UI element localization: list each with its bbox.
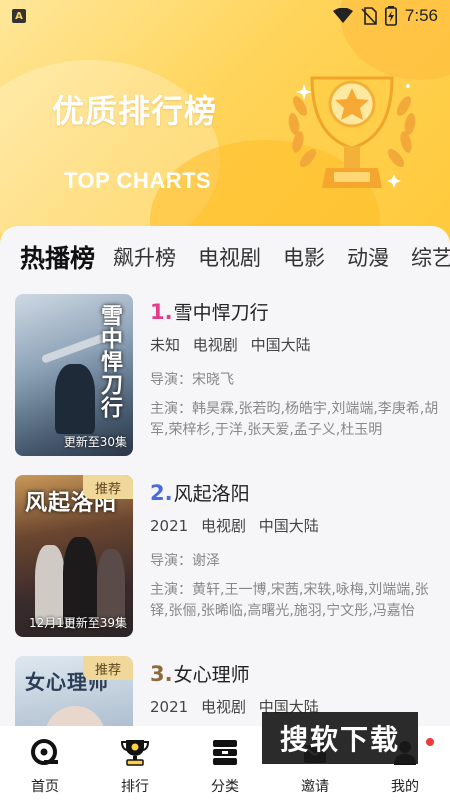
nav-label: 首页 — [31, 779, 59, 795]
item-year: 2021 — [150, 517, 189, 535]
ranking-list: 雪中悍刀行 更新至30集 1. 雪中悍刀行 未知 电视剧 中国大陆 导演：宋晓飞… — [0, 294, 450, 726]
trophy-illustration-icon — [288, 76, 416, 188]
item-region: 中国大陆 — [250, 336, 311, 354]
status-time: 7:56 — [404, 6, 438, 25]
poster-image[interactable]: 风起洛阳 推荐 12月1日 更新至39集 — [15, 475, 133, 637]
nav-label: 邀请 — [301, 779, 329, 795]
banner-title: 优质排行榜 — [52, 92, 218, 130]
watermark-overlay: 搜软下载 — [262, 712, 418, 764]
tab-variety[interactable]: 综艺 — [411, 242, 450, 272]
rank-number: 3. — [150, 662, 173, 686]
item-cast: 主演：韩昊霖,张若昀,杨皓宇,刘端端,李庚希,胡军,荣梓杉,于洋,张天爱,孟子义… — [150, 401, 439, 438]
ranking-panel: 热播榜 飙升榜 电视剧 电影 动漫 综艺 雪中悍刀行 更新至30集 1. 雪中悍… — [0, 226, 450, 726]
item-year: 2021 — [150, 698, 189, 716]
item-title[interactable]: 3. 女心理师 — [150, 660, 440, 688]
tab-anime[interactable]: 动漫 — [347, 242, 389, 272]
item-meta: 未知 电视剧 中国大陆 — [150, 334, 440, 355]
no-sim-icon — [361, 7, 377, 25]
item-type: 电视剧 — [192, 336, 238, 354]
tab-rising[interactable]: 飙升榜 — [113, 242, 176, 272]
poster-title: 雪中悍刀行 — [97, 304, 122, 419]
nav-label: 我的 — [391, 779, 419, 795]
item-title-text: 女心理师 — [173, 664, 250, 686]
item-director: 导演：宋晓飞 — [150, 372, 234, 388]
item-meta: 2021 电视剧 中国大陆 — [150, 515, 440, 536]
nav-ranking[interactable]: 排行 — [90, 726, 180, 800]
item-cast: 主演：黄轩,王一博,宋茜,宋轶,咏梅,刘端端,张铎,张俪,张晞临,高曙光,施羽,… — [150, 582, 429, 619]
item-type: 电视剧 — [200, 517, 246, 535]
item-year: 未知 — [150, 336, 181, 354]
list-item[interactable]: 风起洛阳 推荐 12月1日 更新至39集 2. 风起洛阳 2021 电视剧 中国… — [0, 475, 450, 656]
nav-label: 分类 — [211, 779, 239, 795]
battery-charging-icon — [384, 6, 397, 26]
notification-dot — [426, 738, 434, 746]
rank-number: 2. — [150, 481, 173, 505]
rank-number: 1. — [150, 300, 173, 324]
tab-tv-series[interactable]: 电视剧 — [198, 242, 261, 272]
episode-count: 更新至39集 — [63, 616, 127, 630]
category-icon — [213, 740, 237, 765]
item-title-text: 雪中悍刀行 — [173, 302, 269, 324]
nav-label: 排行 — [121, 779, 149, 795]
nav-category[interactable]: 分类 — [180, 726, 270, 800]
trophy-icon — [120, 740, 150, 766]
recommend-badge: 推荐 — [83, 656, 133, 680]
item-title[interactable]: 2. 风起洛阳 — [150, 479, 440, 507]
poster-image[interactable]: 雪中悍刀行 更新至30集 — [15, 294, 133, 456]
list-item[interactable]: 雪中悍刀行 更新至30集 1. 雪中悍刀行 未知 电视剧 中国大陆 导演：宋晓飞… — [0, 294, 450, 475]
nav-home[interactable]: 首页 — [0, 726, 90, 800]
item-title-text: 风起洛阳 — [173, 483, 250, 505]
tab-hot[interactable]: 热播榜 — [20, 239, 95, 275]
poster-image[interactable]: 女心理师 推荐 — [15, 656, 133, 726]
status-bar: A 7:56 — [0, 0, 450, 32]
item-type: 电视剧 — [200, 698, 246, 716]
recommend-badge: 推荐 — [83, 475, 133, 499]
tab-movies[interactable]: 电影 — [283, 242, 325, 272]
header-banner: A 7:56 优质排行榜 TOP CHARTS — [0, 0, 450, 250]
banner-subtitle: TOP CHARTS — [64, 168, 212, 193]
item-title[interactable]: 1. 雪中悍刀行 — [150, 298, 440, 326]
episode-count: 更新至30集 — [63, 435, 127, 449]
wifi-icon — [332, 8, 353, 23]
item-region: 中国大陆 — [258, 517, 319, 535]
category-tabs: 热播榜 飙升榜 电视剧 电影 动漫 综艺 — [0, 226, 450, 288]
home-icon — [31, 739, 58, 765]
app-notification-icon: A — [12, 9, 26, 23]
item-director: 导演：谢泽 — [150, 553, 220, 569]
